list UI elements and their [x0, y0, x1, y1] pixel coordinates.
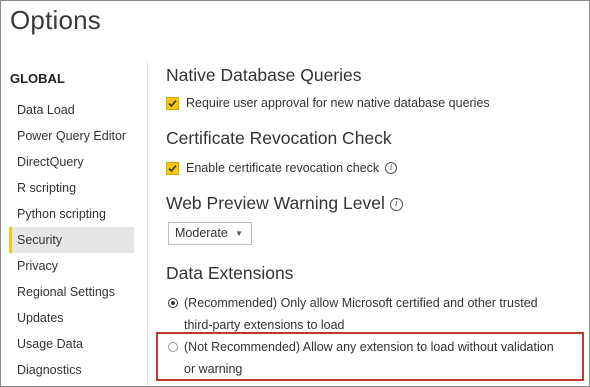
- certificate-revocation-checkbox-row[interactable]: Enable certificate revocation check i: [166, 160, 398, 176]
- options-dialog: Options GLOBAL Data Load Power Query Edi…: [0, 0, 590, 387]
- sidebar-item-python-scripting[interactable]: Python scripting: [9, 201, 134, 227]
- native-db-approval-label: Require user approval for new native dat…: [186, 96, 490, 110]
- sidebar-item-security[interactable]: Security: [9, 227, 134, 253]
- sidebar-divider: [147, 61, 148, 386]
- radio-button-recommended[interactable]: [168, 298, 178, 308]
- radio-label-recommended-line1: (Recommended) Only allow Microsoft certi…: [184, 296, 538, 310]
- sidebar-item-data-load[interactable]: Data Load: [9, 97, 134, 123]
- sidebar: GLOBAL Data Load Power Query Editor Dire…: [1, 63, 147, 386]
- sidebar-item-diagnostics[interactable]: Diagnostics: [9, 357, 134, 383]
- info-circle-icon[interactable]: i: [385, 162, 398, 174]
- sidebar-nav: Data Load Power Query Editor DirectQuery…: [9, 97, 134, 383]
- sidebar-item-privacy[interactable]: Privacy: [9, 253, 134, 279]
- dropdown-selected-value: Moderate: [175, 226, 228, 240]
- web-preview-warning-heading: Web Preview Warning Level i: [166, 193, 403, 214]
- red-highlight-annotation: [156, 332, 584, 381]
- checkmark-icon[interactable]: [166, 96, 179, 110]
- native-db-approval-checkbox-row[interactable]: Require user approval for new native dat…: [166, 95, 490, 111]
- web-preview-warning-label: Web Preview Warning Level: [166, 193, 385, 213]
- window-title: Options: [10, 5, 102, 35]
- certificate-revocation-label: Enable certificate revocation check: [186, 161, 380, 175]
- sidebar-item-usage-data[interactable]: Usage Data: [9, 331, 134, 357]
- native-db-queries-heading: Native Database Queries: [166, 65, 362, 85]
- data-extensions-heading: Data Extensions: [166, 263, 294, 283]
- certificate-revocation-heading: Certificate Revocation Check: [166, 128, 392, 148]
- web-preview-warning-dropdown[interactable]: Moderate ▼: [168, 222, 252, 245]
- sidebar-item-r-scripting[interactable]: R scripting: [9, 175, 134, 201]
- sidebar-item-power-query-editor[interactable]: Power Query Editor: [9, 123, 134, 149]
- info-circle-icon[interactable]: i: [389, 197, 403, 211]
- sidebar-section-header: GLOBAL: [10, 71, 65, 86]
- sidebar-item-updates[interactable]: Updates: [9, 305, 134, 331]
- chevron-down-icon: ▼: [235, 229, 243, 238]
- sidebar-item-directquery[interactable]: DirectQuery: [9, 149, 134, 175]
- sidebar-item-regional-settings[interactable]: Regional Settings: [9, 279, 134, 305]
- checkmark-icon[interactable]: [166, 161, 179, 175]
